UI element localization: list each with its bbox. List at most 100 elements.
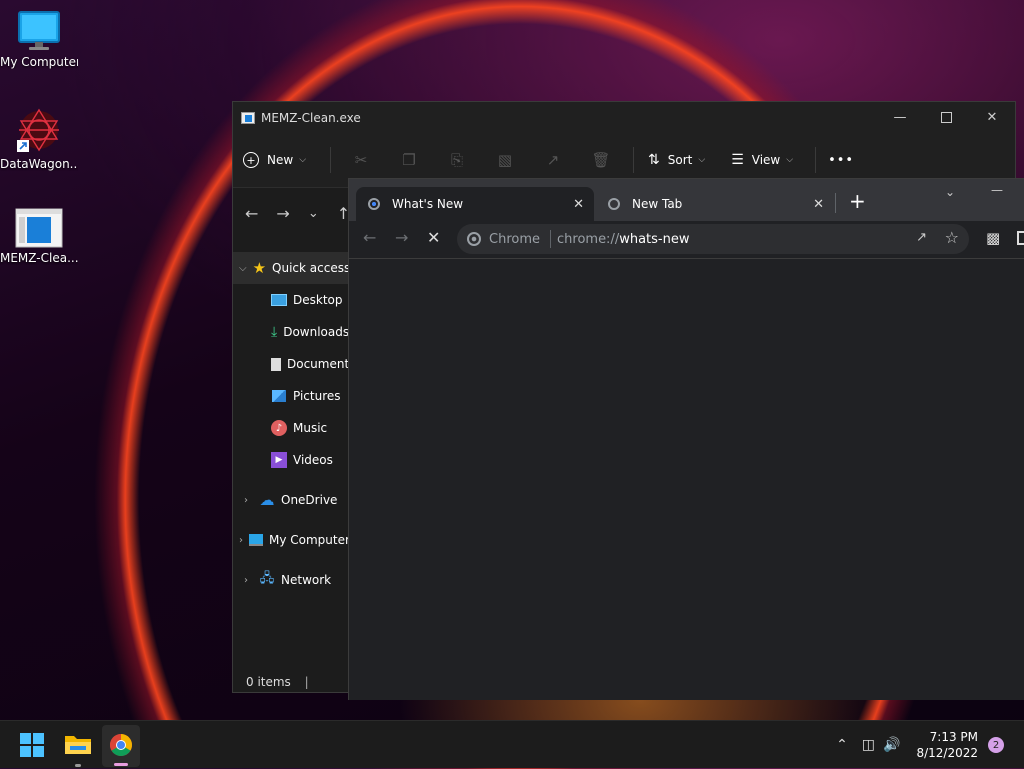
view-label: View (751, 153, 781, 167)
forward-arrow-icon[interactable]: → (395, 228, 408, 247)
more-options-button[interactable]: ••• (828, 153, 854, 168)
tree-item-label: Quick access (272, 261, 349, 275)
tree-item-quick-access[interactable]: ⌵ ★ Quick access (233, 252, 349, 284)
tree-item-onedrive[interactable]: › ☁ OneDrive (233, 484, 349, 516)
tree-item-documents[interactable]: Documents (233, 348, 349, 380)
delete-button[interactable]: 🗑 (585, 146, 617, 174)
paste-button[interactable]: ⎘ (441, 146, 473, 174)
application-icon (15, 208, 63, 248)
chrome-window: What's New ✕ New Tab ✕ + ⌄ — ← → ✕ Chrom… (348, 178, 1024, 700)
cloud-icon: ☁ (259, 491, 275, 509)
taskbar: ⌃ ◫ 🔊 7:13 PM 8/12/2022 2 (0, 720, 1024, 768)
chevron-down-icon: ⌵ (299, 155, 307, 165)
tree-item-network[interactable]: › 🖧 Network (233, 564, 349, 596)
tab-strip: What's New ✕ New Tab ✕ + ⌄ — (349, 179, 1024, 221)
notification-badge[interactable]: 2 (988, 737, 1004, 753)
file-explorer-taskbar-button[interactable] (60, 727, 96, 767)
close-tab-icon[interactable]: ✕ (573, 197, 584, 212)
tab-new-tab[interactable]: New Tab ✕ (596, 187, 834, 221)
tree-item-desktop[interactable]: Desktop (233, 284, 349, 316)
tree-item-downloads[interactable]: ⤓ Downloads (233, 316, 349, 348)
address-bar[interactable]: Chrome chrome://whats-new ↗ ☆ (457, 224, 969, 254)
tree-item-videos[interactable]: ▶ Videos (233, 444, 349, 476)
toolbar: ← → ✕ Chrome chrome://whats-new ↗ ☆ ▩ (349, 221, 1024, 257)
chevron-right-icon: › (244, 494, 248, 506)
download-icon: ⤓ (271, 324, 278, 340)
folder-icon (65, 736, 91, 754)
sort-label: Sort (667, 153, 693, 167)
tab-label: New Tab (632, 197, 683, 211)
toolbar-divider (330, 147, 332, 173)
recent-locations-icon[interactable]: ⌄ (308, 206, 319, 221)
tab-whats-new[interactable]: What's New ✕ (356, 187, 594, 221)
extensions-icon[interactable]: ▩ (986, 229, 1000, 247)
close-button[interactable]: ✕ (969, 102, 1015, 133)
desktop-icon-datawagon[interactable]: DataWagon... (0, 106, 78, 171)
chrome-favicon-icon (368, 198, 380, 210)
desktop-icon-my-computer[interactable]: My Computer (0, 10, 78, 69)
back-arrow-icon[interactable]: ← (245, 204, 258, 223)
bookmark-star-icon[interactable]: ☆ (945, 228, 959, 247)
chevron-down-icon: ⌵ (698, 155, 706, 165)
share-button[interactable]: ↗ (537, 146, 569, 174)
maximize-icon (940, 112, 952, 123)
minimize-icon: — (893, 110, 907, 125)
new-label: New (267, 153, 294, 167)
share-icon: ↗ (546, 151, 560, 169)
maximize-button[interactable] (923, 102, 969, 133)
minimize-button[interactable]: — (877, 102, 923, 133)
view-button[interactable]: ☰ View ⌵ (731, 152, 793, 168)
cut-button[interactable]: ✂ (345, 146, 377, 174)
chrome-logo-icon (110, 734, 132, 756)
more-icon: ••• (828, 152, 855, 168)
desktop-icon-label: DataWagon... (0, 157, 78, 171)
desktop-icon-memz-clean[interactable]: MEMZ-Clea... (0, 208, 78, 265)
new-tab-button[interactable]: + (849, 189, 866, 213)
chip-divider (550, 230, 551, 248)
desktop-icon-label: MEMZ-Clea... (0, 251, 78, 265)
system-tray: ⌃ ◫ 🔊 7:13 PM 8/12/2022 2 (836, 721, 1024, 769)
tree-item-my-computer[interactable]: › My Computer (233, 524, 349, 556)
share-icon[interactable]: ↗ (916, 230, 927, 245)
music-icon: ♪ (271, 420, 287, 436)
status-bar: 0 items | (246, 675, 309, 689)
close-icon: ✕ (986, 110, 998, 125)
tree-item-pictures[interactable]: Pictures (233, 380, 349, 412)
clock-time: 7:13 PM (929, 730, 978, 744)
page-content[interactable] (349, 258, 1024, 700)
tree-item-label: My Computer (269, 533, 349, 547)
chrome-taskbar-button[interactable] (102, 725, 140, 767)
volume-icon[interactable]: 🔊 (883, 737, 900, 753)
monitor-icon (249, 532, 263, 548)
tree-item-label: Downloads (283, 325, 349, 339)
url-scheme: chrome:// (557, 231, 620, 247)
sort-button[interactable]: ⇅ Sort ⌵ (648, 152, 705, 168)
datawagon-icon (17, 108, 59, 152)
tree-item-label: Network (281, 573, 332, 587)
clock-date: 8/12/2022 (916, 746, 978, 760)
copy-button[interactable]: ❐ (393, 146, 425, 174)
active-indicator (114, 763, 128, 766)
window-app-icon (241, 111, 255, 124)
new-button[interactable]: + New ⌵ (243, 152, 306, 168)
tree-item-label: Videos (293, 453, 333, 467)
rename-button[interactable]: ▧ (489, 146, 521, 174)
start-button[interactable] (20, 733, 44, 757)
network-icon[interactable]: ◫ (862, 737, 875, 753)
minimize-icon[interactable]: — (991, 183, 1003, 197)
item-count: 0 items (246, 675, 291, 689)
forward-arrow-icon[interactable]: → (276, 204, 289, 223)
side-panel-icon[interactable] (1017, 231, 1024, 245)
url-text[interactable]: chrome://whats-new (557, 232, 689, 247)
tab-search-icon[interactable]: ⌄ (945, 185, 955, 199)
chevron-up-icon[interactable]: ⌃ (836, 737, 848, 753)
chevron-right-icon: › (239, 534, 243, 546)
tree-item-music[interactable]: ♪ Music (233, 412, 349, 444)
explorer-title-bar[interactable]: MEMZ-Clean.exe — ✕ (233, 102, 1015, 133)
clipboard-icon: ⎘ (451, 151, 464, 169)
chevron-down-icon: ⌵ (239, 262, 247, 274)
close-tab-icon[interactable]: ✕ (813, 197, 824, 212)
clock[interactable]: 7:13 PM 8/12/2022 (916, 729, 978, 761)
back-arrow-icon[interactable]: ← (363, 228, 376, 247)
stop-loading-icon[interactable]: ✕ (427, 228, 440, 247)
